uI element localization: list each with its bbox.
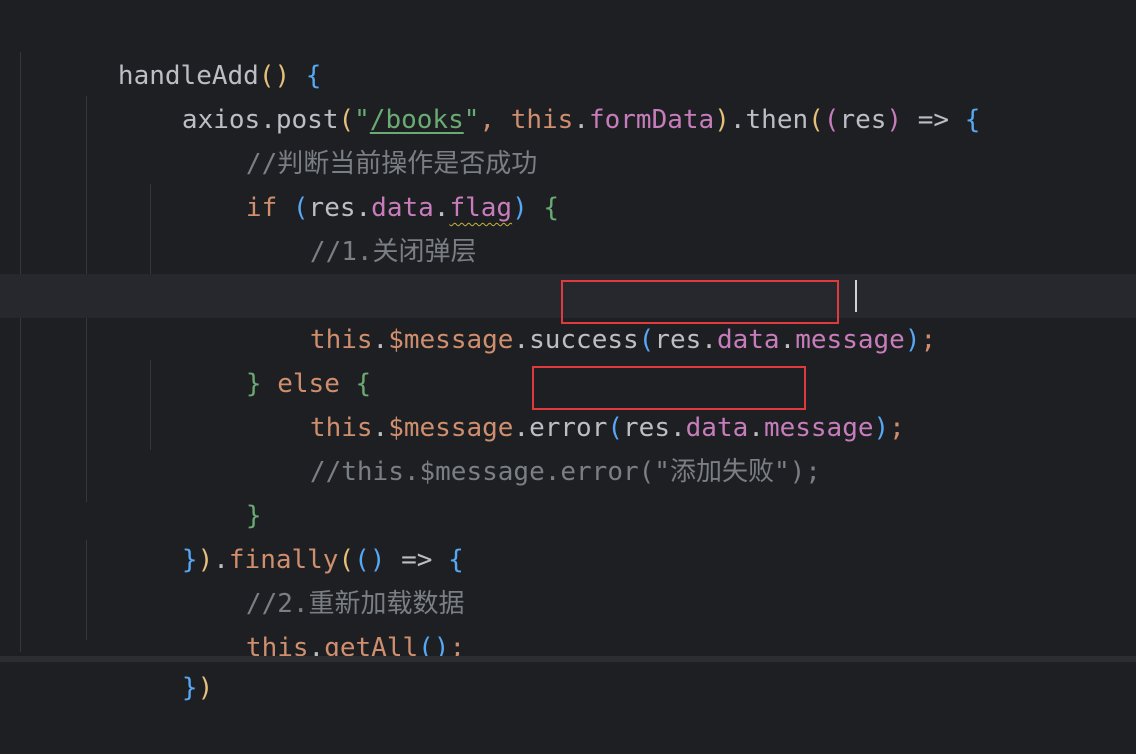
code-line-5[interactable]: //1.关闭弹层: [0, 186, 1136, 267]
code-line-4[interactable]: if (res.data.flag) {: [0, 142, 1136, 223]
token: ): [197, 673, 214, 703]
horizontal-scrollbar[interactable]: [0, 656, 1136, 662]
text-caret: [855, 280, 857, 312]
code-line-3[interactable]: //判断当前操作是否成功: [0, 98, 1136, 179]
highlight-box: [532, 366, 806, 410]
code-line-11[interactable]: }: [0, 450, 1136, 531]
code-line-10[interactable]: //this.$message.error("添加失败");: [0, 406, 1136, 487]
code-editor[interactable]: handleAdd() { axios.post("/books", this.…: [0, 0, 1136, 703]
code-line-12[interactable]: }).finally(() => {: [0, 494, 1136, 575]
code-line-1[interactable]: handleAdd() {: [0, 10, 1136, 91]
code-line-13[interactable]: //2.重新加载数据: [0, 538, 1136, 619]
token: }: [181, 673, 198, 703]
code-line-14[interactable]: this.getAll();: [0, 582, 1136, 663]
code-line-8[interactable]: } else {: [0, 318, 1136, 399]
code-line-6[interactable]: this.dialogFormVisible = false;: [0, 230, 1136, 311]
code-line-2[interactable]: axios.post("/books", this.formData).then…: [0, 54, 1136, 135]
